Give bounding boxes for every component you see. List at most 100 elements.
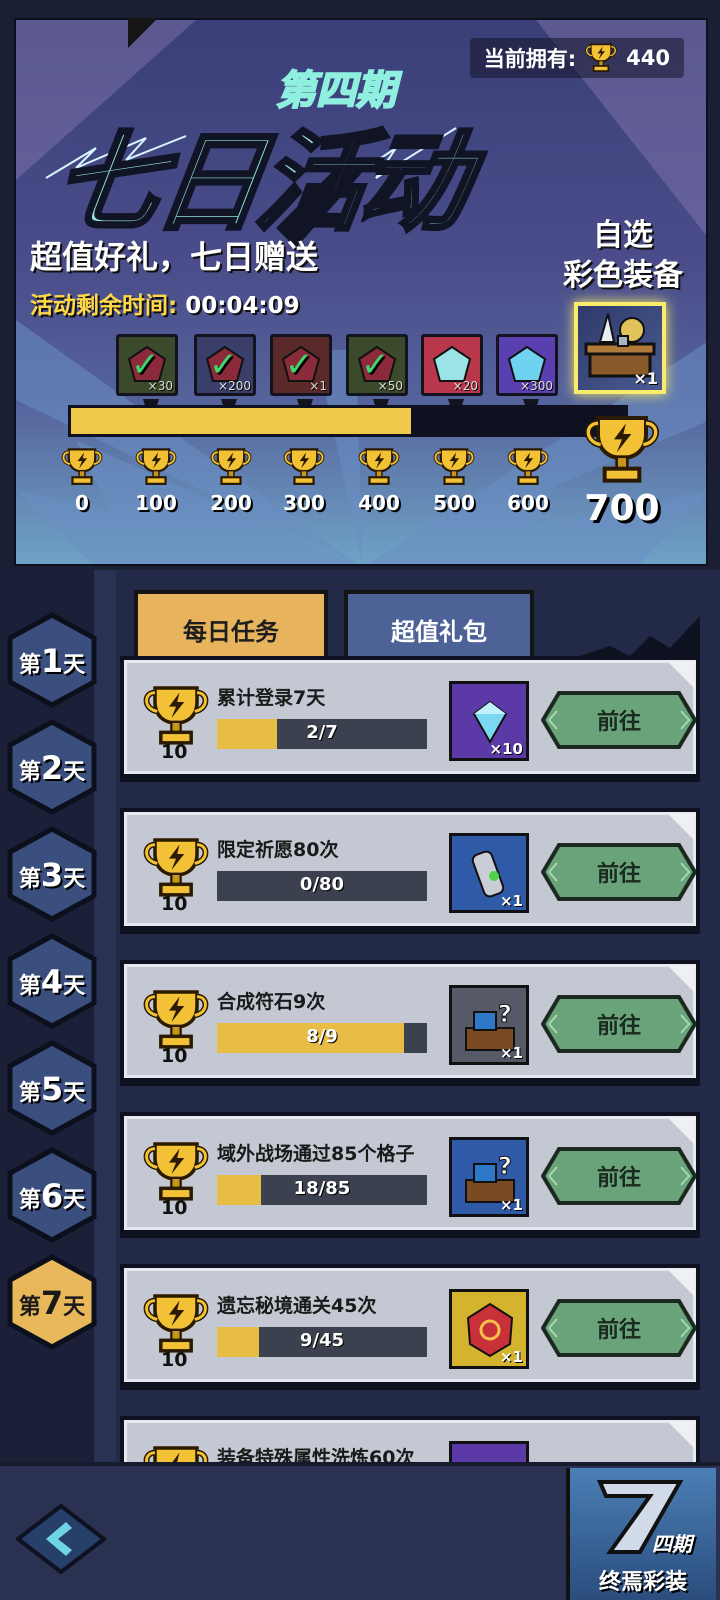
card-corner <box>667 1117 695 1145</box>
milestone-marker: 400 <box>349 445 409 515</box>
milestone-marker: 0 <box>52 445 112 515</box>
task-card: 10 域外战场通过85个格子 18/85? ×1 前往 <box>124 1116 698 1230</box>
day-label: 第5天 <box>18 1070 86 1108</box>
go-button[interactable]: 前往 <box>540 1297 698 1359</box>
task-reward[interactable]: ×1 <box>449 833 529 913</box>
day-tab-7[interactable]: 第7天 <box>6 1254 98 1350</box>
milestone-label: 0 <box>75 491 89 515</box>
final-milestone-label: 700 <box>584 488 660 529</box>
reward-qty: ×30 <box>147 379 173 393</box>
event-title: 七日活动 <box>44 119 474 248</box>
day-tab-3[interactable]: 第3天 <box>6 826 98 922</box>
day-tab-5[interactable]: 第5天 <box>6 1040 98 1136</box>
card-corner <box>667 1269 695 1297</box>
go-button[interactable]: 前往 <box>540 993 698 1055</box>
task-name: 合成符石9次 <box>217 991 326 1013</box>
milestone-marker: 600 <box>498 445 558 515</box>
owned-value: 440 <box>626 46 670 70</box>
task-reward[interactable]: ? ×1 <box>449 985 529 1065</box>
task-points-value: 10 <box>161 1197 188 1219</box>
owned-label: 当前拥有: <box>483 47 577 71</box>
task-reward-qty: ×1 <box>499 1044 523 1062</box>
event-progress-fill <box>71 408 411 434</box>
final-equipment-issue: 四期 <box>652 1532 692 1556</box>
final-equipment-label: 终焉彩装 <box>598 1570 687 1595</box>
milestone-label: 100 <box>135 491 177 515</box>
milestone-reward[interactable]: ✓ ×50 <box>346 334 408 425</box>
reward-qty: ×1 <box>309 379 327 393</box>
task-card: 10 合成符石9次 8/9 ? ×1 前往 <box>124 964 698 1078</box>
task-progress-text: 9/45 <box>299 1330 345 1351</box>
back-arrow-icon[interactable] <box>16 1504 106 1574</box>
day-tab-4[interactable]: 第4天 <box>6 933 98 1029</box>
milestone-reward[interactable]: ✓ ×30 <box>116 334 178 425</box>
card-corner <box>667 965 695 993</box>
task-reward-qty: ×1 <box>499 1196 523 1214</box>
milestone-reward[interactable]: ✓ ×1 <box>270 334 332 425</box>
trophy-icon <box>502 445 554 489</box>
svg-text:?: ? <box>498 1152 512 1180</box>
task-reward-qty: ×1 <box>499 1348 523 1366</box>
event-timer: 活动剩余时间: 00:04:09 <box>30 286 300 320</box>
task-card: 10 限定祈愿80次 0/80 ×1 前往 <box>124 812 698 926</box>
trophy-icon <box>205 445 257 489</box>
trophy-icon <box>278 445 330 489</box>
task-name: 遗忘秘境通关45次 <box>217 1295 377 1317</box>
milestone-label: 400 <box>358 491 400 515</box>
card-corner <box>667 813 695 841</box>
timer-value: 00:04:09 <box>185 293 300 319</box>
trophy-icon <box>428 445 480 489</box>
milestone-marker: 200 <box>201 445 261 515</box>
task-points: 10 <box>133 985 213 1067</box>
milestone-label: 500 <box>433 491 475 515</box>
go-button-label: 前往 <box>596 1014 641 1039</box>
task-points: 10 <box>133 833 213 915</box>
day-label: 第3天 <box>18 856 86 894</box>
milestone-reward[interactable]: ✓ ×200 <box>194 334 256 425</box>
milestone-marker: 300 <box>274 445 334 515</box>
task-points: 10 <box>133 1289 213 1371</box>
task-reward[interactable]: ×10 <box>449 681 529 761</box>
task-reward[interactable]: ? ×1 <box>449 1137 529 1217</box>
reward-qty: ×20 <box>452 379 478 393</box>
task-progress-bar: 8/9 <box>217 1023 427 1053</box>
go-button[interactable]: 前往 <box>540 689 698 751</box>
day-tab-6[interactable]: 第6天 <box>6 1147 98 1243</box>
day-label: 第2天 <box>18 749 86 787</box>
task-progress-text: 18/85 <box>293 1178 351 1199</box>
day-label: 第1天 <box>18 642 86 680</box>
final-equipment-icon <box>596 1480 684 1554</box>
task-progress-bar: 9/45 <box>217 1327 427 1357</box>
task-name: 限定祈愿80次 <box>217 839 339 861</box>
reward-qty: ×200 <box>218 379 251 393</box>
milestone-reward[interactable]: ×20 <box>421 334 483 425</box>
tab-notch <box>128 18 158 48</box>
task-points: 10 <box>133 1137 213 1219</box>
reward-qty: ×50 <box>377 379 403 393</box>
task-progress-bar: 0/80 <box>217 871 427 901</box>
task-progress-text: 2/7 <box>306 722 338 743</box>
task-row: 10 限定祈愿80次 0/80 ×1 前往 <box>120 808 700 934</box>
task-row: 10 域外战场通过85个格子 18/85? ×1 前往 <box>120 1112 700 1238</box>
milestone-marker: 100 <box>126 445 186 515</box>
day-tab-1[interactable]: 第1天 <box>6 612 98 708</box>
task-name: 累计登录7天 <box>217 687 326 709</box>
go-button[interactable]: 前往 <box>540 1145 698 1207</box>
task-points-value: 10 <box>161 1349 188 1371</box>
go-button-label: 前往 <box>596 710 641 735</box>
go-button[interactable]: 前往 <box>540 841 698 903</box>
timer-label: 活动剩余时间: <box>30 293 178 319</box>
task-reward[interactable]: ×1 <box>449 1289 529 1369</box>
final-equipment-button[interactable]: 四期 终焉彩装 <box>566 1468 716 1600</box>
grand-reward-caption: 自选 彩色装备 <box>558 216 688 296</box>
day-tab-2[interactable]: 第2天 <box>6 719 98 815</box>
task-card: 10 遗忘秘境通关45次 9/45 ×1 前往 <box>124 1268 698 1382</box>
day-label: 第6天 <box>18 1177 86 1215</box>
event-logo: 第四期 七日活动 <box>36 48 476 248</box>
task-row: 10 累计登录7天 2/7 ×10 前往 <box>120 656 700 782</box>
grand-reward-qty: ×1 <box>633 369 658 388</box>
go-button-label: 前往 <box>596 1166 641 1191</box>
grand-reward-chest[interactable]: ×1 <box>574 302 666 394</box>
milestone-reward[interactable]: ×300 <box>496 334 558 425</box>
trophy-icon <box>353 445 405 489</box>
